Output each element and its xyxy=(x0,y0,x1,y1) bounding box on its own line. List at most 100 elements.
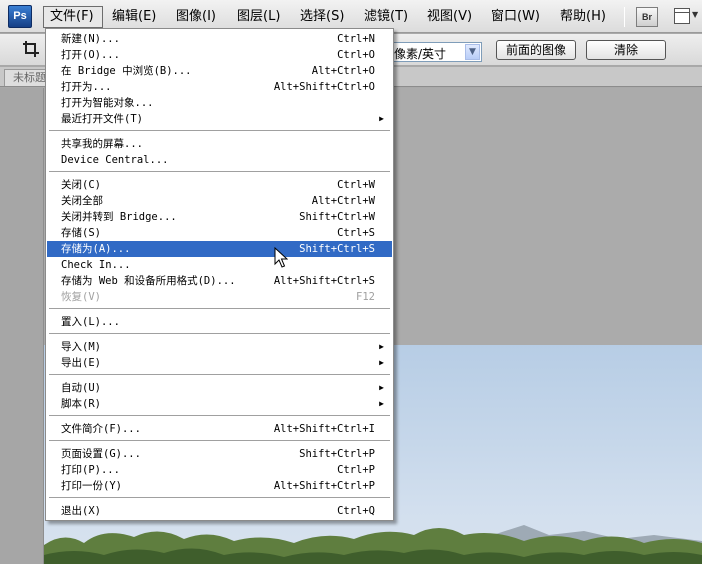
menu-item-shortcut: Ctrl+S xyxy=(337,227,375,239)
submenu-arrow-icon: ▶ xyxy=(379,383,384,392)
menu-item-exit[interactable]: 退出(X) Ctrl+Q xyxy=(47,503,392,519)
menu-item-label: 存储为(A)... xyxy=(61,243,131,255)
menu-item-shortcut: Alt+Shift+Ctrl+S xyxy=(273,275,375,287)
submenu-arrow-icon: ▶ xyxy=(379,399,384,408)
menu-item-label: 退出(X) xyxy=(61,505,101,517)
menu-item-label: 存储(S) xyxy=(61,227,101,239)
front-image-button[interactable]: 前面的图像 xyxy=(496,40,576,60)
menu-item-label: 打印(P)... xyxy=(61,464,120,476)
menu-edit[interactable]: 编辑(E) xyxy=(112,6,156,28)
clear-button[interactable]: 清除 xyxy=(586,40,666,60)
menu-item-shortcut: Shift+Ctrl+W xyxy=(299,211,375,223)
photoshop-logo-icon: Ps xyxy=(8,5,32,28)
resolution-unit-select[interactable]: 像素/英寸 ▼ xyxy=(390,42,482,62)
arrange-documents-icon[interactable] xyxy=(674,8,690,24)
menu-item-shortcut: Alt+Shift+Ctrl+O xyxy=(273,81,375,93)
menu-item-label: Check In... xyxy=(61,259,131,271)
menu-image[interactable]: 图像(I) xyxy=(176,6,216,28)
menu-item-label: 关闭(C) xyxy=(61,179,101,191)
menu-separator xyxy=(49,308,390,310)
menu-item-shortcut: Ctrl+P xyxy=(337,464,375,476)
menu-item-close-and-go-to-bridge[interactable]: 关闭并转到 Bridge... Shift+Ctrl+W xyxy=(47,209,392,225)
menu-item-page-setup[interactable]: 页面设置(G)... Shift+Ctrl+P xyxy=(47,446,392,462)
menu-item-label: 页面设置(G)... xyxy=(61,448,141,460)
menu-item-print-one-copy[interactable]: 打印一份(Y) Alt+Shift+Ctrl+P xyxy=(47,478,392,494)
resolution-unit-value: 像素/英寸 xyxy=(394,47,447,61)
menu-layer[interactable]: 图层(L) xyxy=(237,6,280,28)
submenu-arrow-icon: ▶ xyxy=(379,342,384,351)
menu-item-scripts[interactable]: 脚本(R) ▶ xyxy=(47,396,392,412)
menu-item-place[interactable]: 置入(L)... xyxy=(47,314,392,330)
menu-item-automate[interactable]: 自动(U) ▶ xyxy=(47,380,392,396)
menu-item-new[interactable]: 新建(N)... Ctrl+N xyxy=(47,31,392,47)
menu-item-label: 打开为智能对象... xyxy=(61,97,154,109)
menu-item-import[interactable]: 导入(M) ▶ xyxy=(47,339,392,355)
file-menu-dropdown: 新建(N)... Ctrl+N 打开(O)... Ctrl+O 在 Bridge… xyxy=(45,28,394,521)
menu-item-label: 恢复(V) xyxy=(61,291,101,303)
menu-item-shortcut: Shift+Ctrl+P xyxy=(299,448,375,460)
menu-item-shortcut: Ctrl+N xyxy=(337,33,375,45)
tools-panel-strip xyxy=(0,88,44,564)
menu-item-close[interactable]: 关闭(C) Ctrl+W xyxy=(47,177,392,193)
menu-item-save[interactable]: 存储(S) Ctrl+S xyxy=(47,225,392,241)
menu-item-label: 关闭全部 xyxy=(61,195,103,207)
menu-item-label: 文件简介(F)... xyxy=(61,423,141,435)
menu-separator xyxy=(49,333,390,335)
menu-item-label: 自动(U) xyxy=(61,382,101,394)
menu-item-label: 新建(N)... xyxy=(61,33,120,45)
menu-item-label: 共享我的屏幕... xyxy=(61,138,143,150)
menu-item-print[interactable]: 打印(P)... Ctrl+P xyxy=(47,462,392,478)
menu-item-label: 脚本(R) xyxy=(61,398,101,410)
menu-item-revert: 恢复(V) F12 xyxy=(47,289,392,305)
bridge-button[interactable]: Br xyxy=(636,7,658,27)
menu-file[interactable]: 文件(F) xyxy=(43,6,103,28)
menu-item-share-screen[interactable]: 共享我的屏幕... xyxy=(47,136,392,152)
menu-separator xyxy=(49,130,390,132)
menu-item-shortcut: Alt+Shift+Ctrl+I xyxy=(273,423,375,435)
menu-item-check-in[interactable]: Check In... xyxy=(47,257,392,273)
menu-separator xyxy=(49,440,390,442)
chevron-down-icon[interactable]: ▼ xyxy=(692,10,698,19)
menu-separator xyxy=(49,374,390,376)
menu-window[interactable]: 窗口(W) xyxy=(491,6,540,28)
menu-item-open-as[interactable]: 打开为... Alt+Shift+Ctrl+O xyxy=(47,79,392,95)
menu-separator xyxy=(49,171,390,173)
chevron-down-icon[interactable]: ▼ xyxy=(465,44,480,60)
menu-item-open-as-smart-object[interactable]: 打开为智能对象... xyxy=(47,95,392,111)
menu-item-export[interactable]: 导出(E) ▶ xyxy=(47,355,392,371)
menu-item-label: 置入(L)... xyxy=(61,316,120,328)
menu-item-open[interactable]: 打开(O)... Ctrl+O xyxy=(47,47,392,63)
menu-separator xyxy=(49,415,390,417)
crop-tool-icon[interactable] xyxy=(22,40,40,63)
menu-item-shortcut: Alt+Shift+Ctrl+P xyxy=(273,480,375,492)
menu-item-shortcut: Alt+Ctrl+W xyxy=(311,195,375,207)
submenu-arrow-icon: ▶ xyxy=(379,358,384,367)
menu-item-shortcut: Ctrl+O xyxy=(337,49,375,61)
menu-separator xyxy=(49,497,390,499)
menu-item-save-for-web[interactable]: 存储为 Web 和设备所用格式(D)... Alt+Shift+Ctrl+S xyxy=(47,273,392,289)
menu-item-label: 最近打开文件(T) xyxy=(61,113,143,125)
menu-item-shortcut: F12 xyxy=(356,291,375,303)
menu-view[interactable]: 视图(V) xyxy=(427,6,472,28)
menu-filter[interactable]: 滤镜(T) xyxy=(364,6,408,28)
menu-item-label: 关闭并转到 Bridge... xyxy=(61,211,177,223)
menu-item-file-info[interactable]: 文件简介(F)... Alt+Shift+Ctrl+I xyxy=(47,421,392,437)
menu-item-close-all[interactable]: 关闭全部 Alt+Ctrl+W xyxy=(47,193,392,209)
menu-item-label: 打开为... xyxy=(61,81,112,93)
menu-item-label: 打开(O)... xyxy=(61,49,120,61)
menubar-divider xyxy=(624,7,625,27)
menu-item-device-central[interactable]: Device Central... xyxy=(47,152,392,168)
menu-item-shortcut: Alt+Ctrl+O xyxy=(311,65,375,77)
menu-item-label: 在 Bridge 中浏览(B)... xyxy=(61,65,192,77)
menu-help[interactable]: 帮助(H) xyxy=(560,6,606,28)
menu-item-browse-in-bridge[interactable]: 在 Bridge 中浏览(B)... Alt+Ctrl+O xyxy=(47,63,392,79)
menu-item-save-as[interactable]: 存储为(A)... Shift+Ctrl+S xyxy=(47,241,392,257)
menu-item-label: Device Central... xyxy=(61,154,169,166)
menu-item-shortcut: Ctrl+Q xyxy=(337,505,375,517)
menu-item-label: 导出(E) xyxy=(61,357,101,369)
menu-select[interactable]: 选择(S) xyxy=(300,6,344,28)
menu-item-recent-files[interactable]: 最近打开文件(T) ▶ xyxy=(47,111,392,127)
mouse-pointer-icon xyxy=(274,247,288,268)
menu-item-shortcut: Ctrl+W xyxy=(337,179,375,191)
menu-item-label: 存储为 Web 和设备所用格式(D)... xyxy=(61,275,236,287)
